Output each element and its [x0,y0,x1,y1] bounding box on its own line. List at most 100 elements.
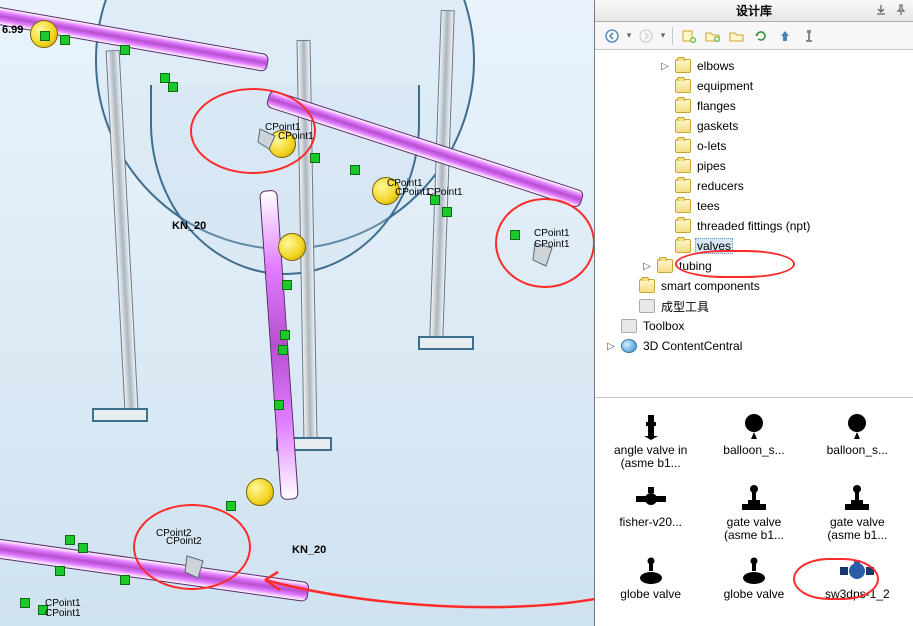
dropdown-icon[interactable]: ▾ [659,30,667,41]
thumbnail-gate-valve[interactable]: gate valve(asme b1... [808,478,907,546]
cpoint-label: CPoint2 [166,536,202,547]
thumbnail-globe-valve[interactable]: globe valve [601,550,700,605]
ball-valve-icon [837,554,877,588]
route-marker [274,400,284,410]
folder-icon [675,99,691,113]
folder-tree[interactable]: ▷ elbows equipment flanges gaskets o-lets pipe… [595,50,913,398]
pipe-segment[interactable] [0,538,310,602]
design-library-panel: 设计库 ▾ ▾ ▷elbowsequipmentf [594,0,913,626]
tree-item-label: pipes [695,159,728,173]
add-file-button[interactable] [678,25,700,47]
cpoint-label: CPoint1 [45,608,81,619]
tree-item-threaded-fittings-npt-[interactable]: threaded fittings (npt) [659,217,909,235]
add-folder-button[interactable] [702,25,724,47]
thumbnail-gate-valve[interactable]: gate valve(asme b1... [704,478,803,546]
thumbnail-angle-valve-in[interactable]: angle valve in(asme b1... [601,406,700,474]
thumbnail-sublabel: (asme b1... [621,457,681,470]
thumbnail-label: globe valve [620,588,681,601]
folder-icon [675,159,691,173]
thumbnail-balloon-s-[interactable]: balloon_s... [704,406,803,474]
route-marker [278,345,288,355]
balloon-icon [734,410,774,444]
thumbnail-label: gate valve [727,516,782,529]
thumbnail-label: angle valve in [614,444,687,457]
route-marker [40,31,50,41]
options-button[interactable] [798,25,820,47]
tree-item-o-lets[interactable]: o-lets [659,137,909,155]
route-marker [282,280,292,290]
tree-item-label: elbows [695,59,736,73]
tree-item-toolbox[interactable]: Toolbox [605,317,909,335]
cpoint-label: CPoint1 [278,131,314,142]
tree-item-valves[interactable]: valves [659,237,909,255]
tool-icon [639,299,655,313]
folder-icon [639,279,655,293]
cpoint-label: CPoint1 [534,239,570,250]
folder-icon [657,259,673,273]
tree-item-3d-contentcentral[interactable]: ▷ 3D ContentCentral [605,337,909,355]
tree-item-gaskets[interactable]: gaskets [659,117,909,135]
tree-item-label: gaskets [695,119,740,133]
route-marker [442,207,452,217]
tree-item--[interactable]: 成型工具 [623,297,909,315]
valve-handle[interactable] [183,552,211,582]
thumbnail-sublabel: (asme b1... [724,529,784,542]
tree-item-label: threaded fittings (npt) [695,219,812,233]
balloon-icon [837,410,877,444]
tree-item-label: 3D ContentCentral [641,339,744,353]
tree-item-label: reducers [695,179,746,193]
refresh-button[interactable] [750,25,772,47]
route-marker [280,330,290,340]
folder-icon [675,199,691,213]
thumbnail-fisher-v20-[interactable]: fisher-v20... [601,478,700,546]
tree-item-reducers[interactable]: reducers [659,177,909,195]
tree-item-label: 成型工具 [659,298,711,315]
thumbnail-globe-valve[interactable]: globe valve [704,550,803,605]
route-marker [310,153,320,163]
tree-item-label: o-lets [695,139,728,153]
dimension-label: KN_20 [292,544,326,556]
tree-item-tees[interactable]: tees [659,197,909,215]
coord-label: 6.99 [2,24,23,36]
tree-item-flanges[interactable]: flanges [659,97,909,115]
thumbnail-label: fisher-v20... [619,516,682,529]
route-marker [120,45,130,55]
panel-toolbar: ▾ ▾ [595,22,913,50]
up-one-level-button[interactable] [774,25,796,47]
pipe-elbow[interactable] [278,233,306,261]
gate-icon [734,482,774,516]
globe-icon [621,339,637,353]
forward-button[interactable] [635,25,657,47]
tree-item-label: smart components [659,279,762,293]
tree-item-elbows[interactable]: ▷ elbows [659,57,909,75]
thumbnail-grid[interactable]: angle valve in(asme b1...balloon_s...bal… [595,398,913,626]
tree-item-label: flanges [695,99,738,113]
tool-icon [621,319,637,333]
expand-icon[interactable]: ▷ [605,340,617,352]
expand-icon[interactable]: ▷ [641,260,653,272]
tree-item-equipment[interactable]: equipment [659,77,909,95]
route-marker [226,501,236,511]
route-marker [510,230,520,240]
pin-icon[interactable] [893,2,909,18]
folder-icon [675,179,691,193]
thumbnail-balloon-s-[interactable]: balloon_s... [808,406,907,474]
tree-item-label: valves [695,238,733,254]
expand-icon[interactable]: ▷ [659,60,671,72]
angle-valve-icon [631,410,671,444]
dropdown-icon[interactable]: ▾ [625,30,633,41]
thumbnail-label: balloon_s... [827,444,888,457]
open-folder-button[interactable] [726,25,748,47]
thumbnail-sublabel: (asme b1... [827,529,887,542]
thumbnail-sw3dps-1-2[interactable]: sw3dps-1_2 [808,550,907,605]
auto-hide-pin-icon[interactable] [873,2,889,18]
globe-v-icon [734,554,774,588]
tree-item-smart-components[interactable]: smart components [623,277,909,295]
tree-item-tubing[interactable]: ▷tubing [641,257,909,275]
tree-item-pipes[interactable]: pipes [659,157,909,175]
folder-icon [675,139,691,153]
back-button[interactable] [601,25,623,47]
cad-viewport[interactable]: 6.99 KN_20 KN_20 CPoint1 CPoint1 CPoint1… [0,0,594,626]
folder-icon [675,219,691,233]
pipe-elbow[interactable] [246,478,274,506]
